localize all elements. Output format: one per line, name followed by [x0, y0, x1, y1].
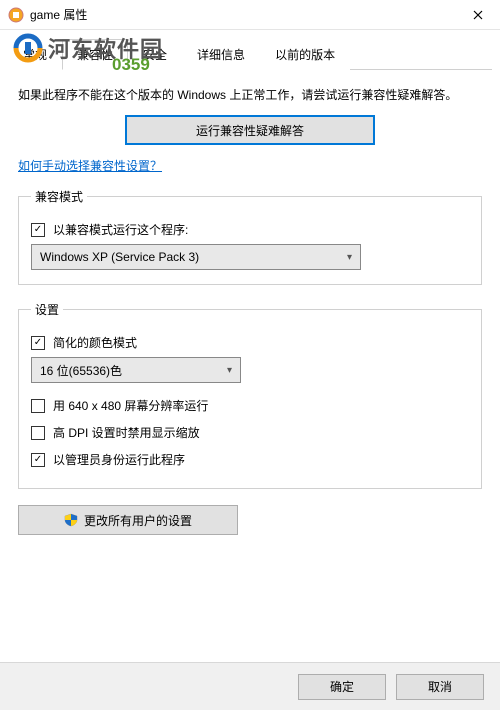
dialog-footer: 确定 取消 [0, 662, 500, 710]
all-users-button[interactable]: 更改所有用户的设置 [18, 505, 238, 535]
res640-checkbox[interactable] [31, 399, 45, 413]
tab-compatibility[interactable]: 兼容性 [62, 39, 128, 70]
tab-previous[interactable]: 以前的版本 [260, 39, 350, 70]
compat-mode-group: 兼容模式 ✓ 以兼容模式运行这个程序: Windows XP (Service … [18, 188, 482, 285]
tab-general[interactable]: 常规 [8, 39, 62, 70]
app-icon [8, 7, 24, 23]
tab-details[interactable]: 详细信息 [182, 39, 260, 70]
tabstrip: 常规 兼容性 安全 详细信息 以前的版本 [8, 38, 492, 70]
compat-mode-legend: 兼容模式 [31, 188, 87, 205]
cancel-button[interactable]: 取消 [396, 674, 484, 700]
compat-mode-value: Windows XP (Service Pack 3) [40, 250, 199, 264]
admin-label: 以管理员身份运行此程序 [53, 451, 185, 468]
tab-security[interactable]: 安全 [128, 39, 182, 70]
settings-group: 设置 ✓ 简化的颜色模式 16 位(65536)色 ▾ 用 640 x 480 … [18, 301, 482, 489]
titlebar: game 属性 [0, 0, 500, 30]
compat-mode-select[interactable]: Windows XP (Service Pack 3) ▾ [31, 244, 361, 270]
settings-legend: 设置 [31, 301, 63, 318]
dpi-checkbox[interactable] [31, 426, 45, 440]
all-users-label: 更改所有用户的设置 [84, 512, 192, 529]
dpi-label: 高 DPI 设置时禁用显示缩放 [53, 424, 200, 441]
close-button[interactable] [455, 0, 500, 30]
res640-label: 用 640 x 480 屏幕分辨率运行 [53, 397, 208, 414]
ok-button[interactable]: 确定 [298, 674, 386, 700]
chevron-down-icon: ▾ [347, 252, 352, 263]
reduced-color-label: 简化的颜色模式 [53, 334, 137, 351]
compat-mode-label: 以兼容模式运行这个程序: [53, 221, 188, 238]
intro-text: 如果此程序不能在这个版本的 Windows 上正常工作，请尝试运行兼容性疑难解答… [18, 86, 482, 105]
shield-icon [64, 513, 78, 527]
window-title: game 属性 [30, 6, 455, 23]
troubleshoot-button[interactable]: 运行兼容性疑难解答 [125, 115, 375, 145]
reduced-color-checkbox[interactable]: ✓ [31, 336, 45, 350]
help-link[interactable]: 如何手动选择兼容性设置？ [18, 157, 162, 174]
color-mode-value: 16 位(65536)色 [40, 362, 122, 379]
tab-content: 如果此程序不能在这个版本的 Windows 上正常工作，请尝试运行兼容性疑难解答… [0, 70, 500, 551]
chevron-down-icon: ▾ [227, 365, 232, 376]
admin-checkbox[interactable]: ✓ [31, 453, 45, 467]
close-icon [473, 10, 483, 20]
compat-mode-checkbox[interactable]: ✓ [31, 223, 45, 237]
color-mode-select[interactable]: 16 位(65536)色 ▾ [31, 357, 241, 383]
